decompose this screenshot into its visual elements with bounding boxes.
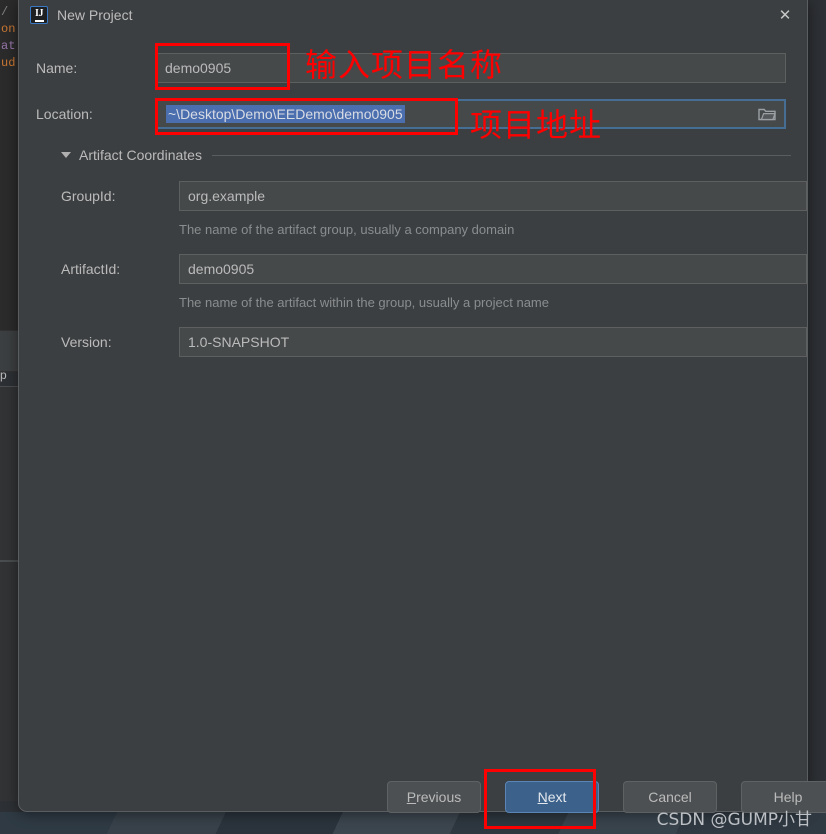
groupid-input-value: org.example [188,188,266,204]
folder-icon[interactable] [755,104,779,124]
groupid-row: GroupId: org.example [61,181,807,211]
artifactid-hint: The name of the artifact within the grou… [179,295,549,310]
artifactid-label: ArtifactId: [61,261,121,277]
name-annotation-text: 输入项目名称 [305,46,504,84]
close-icon[interactable]: ✕ [771,4,799,28]
chevron-down-icon[interactable] [61,152,71,158]
location-input-value: ~\Desktop\Demo\EEDemo\demo0905 [166,105,405,123]
location-annotation-text: 项目地址 [470,106,603,144]
groupid-input[interactable]: org.example [179,181,807,211]
next-button[interactable]: Next [505,781,599,813]
artifactid-input-value: demo0905 [188,261,255,277]
previous-button-label-rest: revious [416,789,462,805]
artifact-coordinates-title: Artifact Coordinates [79,147,202,163]
section-divider [211,154,791,156]
location-row: Location: ~\Desktop\Demo\EEDemo\demo0905 [36,99,792,129]
name-label: Name: [36,60,78,76]
groupid-hint: The name of the artifact group, usually … [179,222,515,237]
version-row: Version: 1.0-SNAPSHOT [61,327,807,357]
location-label: Location: [36,106,93,122]
version-label: Version: [61,334,112,350]
background-panel-text: p [0,368,7,382]
dialog-titlebar: IJ New Project ✕ [19,0,807,32]
groupid-label: GroupId: [61,188,116,204]
watermark: CSDN @GUMP小甘 [656,810,812,830]
artifactid-input[interactable]: demo0905 [179,254,807,284]
name-input-value: demo0905 [165,60,232,76]
version-input-value: 1.0-SNAPSHOT [188,334,290,350]
intellij-idea-icon: IJ [30,6,48,24]
previous-button[interactable]: Previous [387,781,481,813]
artifactid-row: ArtifactId: demo0905 [61,254,807,284]
version-input[interactable]: 1.0-SNAPSHOT [179,327,807,357]
new-project-dialog: IJ New Project ✕ Name: demo0905 Location… [18,0,826,813]
next-button-label-rest: ext [547,789,567,805]
artifact-coordinates-section-header[interactable]: Artifact Coordinates [61,147,791,163]
dialog-title: New Project [57,7,133,23]
